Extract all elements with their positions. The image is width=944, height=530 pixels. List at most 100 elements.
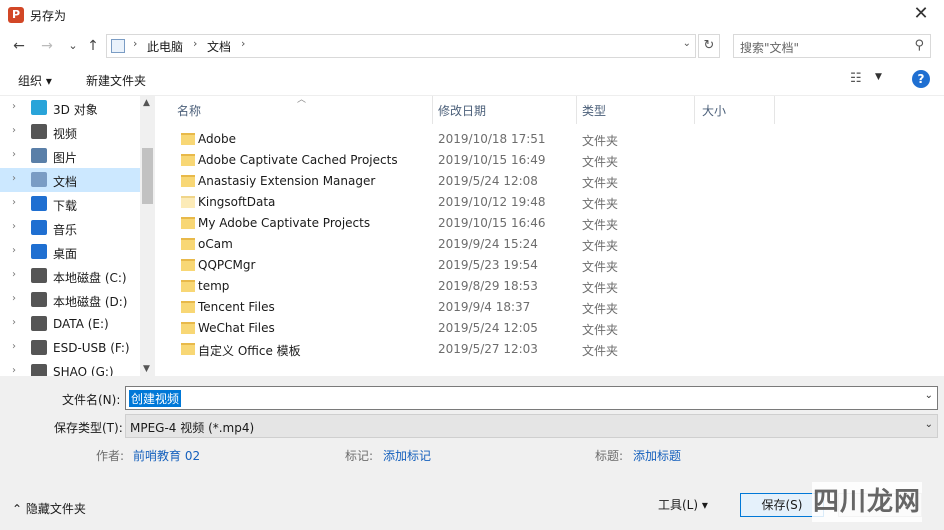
expand-chevron-icon[interactable]: › (12, 221, 16, 232)
file-name: Adobe (198, 132, 236, 146)
folder-icon (181, 280, 195, 292)
expand-chevron-icon[interactable]: › (12, 149, 16, 160)
file-row[interactable]: QQPCMgr 2019/5/23 19:54 文件夹 (170, 255, 770, 276)
filetype-label: 保存类型(T): (54, 421, 123, 435)
dialog-title: 另存为 (30, 9, 67, 23)
column-divider[interactable] (432, 96, 433, 124)
refresh-icon: ↻ (703, 38, 715, 53)
column-header-size[interactable]: 大小 (702, 102, 726, 119)
tags-label: 标记: (345, 449, 374, 463)
file-type: 文件夹 (582, 260, 619, 274)
new-folder-button[interactable]: 新建文件夹 (86, 72, 146, 89)
file-date: 2019/8/29 18:53 (438, 279, 538, 293)
tags-value[interactable]: 添加标记 (383, 447, 431, 464)
expand-chevron-icon[interactable]: › (12, 293, 16, 304)
sidebar-item[interactable]: › ESD-USB (F:) (0, 336, 140, 360)
title-value[interactable]: 添加标题 (633, 447, 681, 464)
usb-icon (31, 340, 47, 355)
sidebar-item[interactable]: › 视频 (0, 120, 140, 144)
search-box[interactable]: 搜索"文档" ⚲ (733, 34, 931, 58)
file-name: QQPCMgr (198, 258, 256, 272)
file-name: temp (198, 279, 230, 293)
file-row[interactable]: Tencent Files 2019/9/4 18:37 文件夹 (170, 297, 770, 318)
column-divider[interactable] (576, 96, 577, 124)
breadcrumb-this-pc[interactable]: 此电脑 (147, 38, 183, 55)
file-name: WeChat Files (198, 321, 275, 335)
file-row[interactable]: Adobe Captivate Cached Projects 2019/10/1… (170, 150, 770, 171)
file-row[interactable]: 自定义 Office 模板 2019/5/27 12:03 文件夹 (170, 339, 770, 360)
file-row[interactable]: Adobe 2019/10/18 17:51 文件夹 (170, 129, 770, 150)
expand-chevron-icon[interactable]: › (12, 197, 16, 208)
expand-chevron-icon[interactable]: › (12, 173, 16, 184)
search-icon: ⚲ (914, 38, 924, 53)
file-row[interactable]: oCam 2019/9/24 15:24 文件夹 (170, 234, 770, 255)
file-type: 文件夹 (582, 344, 619, 358)
refresh-button[interactable]: ↻ (698, 34, 720, 58)
recent-locations-button[interactable]: ⌄ (64, 36, 82, 56)
breadcrumb-separator-icon: › (133, 37, 138, 50)
expand-chevron-icon[interactable]: › (12, 125, 16, 136)
up-button[interactable]: ↑ (84, 36, 102, 56)
view-dropdown-icon[interactable]: ▼ (875, 72, 882, 82)
forward-button[interactable]: → (38, 36, 56, 56)
organize-menu[interactable]: 组织 ▾ (18, 72, 52, 89)
hide-folders-label: 隐藏文件夹 (25, 502, 86, 516)
sidebar-item[interactable]: › 音乐 (0, 216, 140, 240)
drive-icon (31, 292, 47, 307)
search-input[interactable]: 搜索"文档" (740, 39, 799, 56)
breadcrumb-documents[interactable]: 文档 (207, 38, 231, 55)
expand-chevron-icon[interactable]: › (12, 341, 16, 352)
author-value[interactable]: 前哨教育 02 (133, 447, 200, 464)
file-row[interactable]: temp 2019/8/29 18:53 文件夹 (170, 276, 770, 297)
expand-chevron-icon[interactable]: › (12, 317, 16, 328)
file-date: 2019/9/24 15:24 (438, 237, 538, 251)
music-icon (31, 220, 47, 235)
chevron-down-icon[interactable]: ⌄ (925, 419, 933, 430)
sidebar-scrollbar[interactable]: ▲ ▼ (140, 96, 155, 376)
tools-menu[interactable]: 工具(L) ▾ (658, 496, 708, 513)
filename-value[interactable]: 创建视频 (129, 390, 182, 407)
back-button[interactable]: ← (10, 36, 28, 56)
expand-chevron-icon[interactable]: › (12, 245, 16, 256)
sidebar-item[interactable]: › 文档 (0, 168, 140, 192)
file-row[interactable]: KingsoftData 2019/10/12 19:48 文件夹 (170, 192, 770, 213)
arrow-up-icon: ↑ (87, 38, 99, 54)
sidebar-item[interactable]: › 桌面 (0, 240, 140, 264)
column-header-type[interactable]: 类型 (582, 102, 606, 119)
scroll-up-icon[interactable]: ▲ (143, 98, 150, 108)
file-row[interactable]: My Adobe Captivate Projects 2019/10/15 16… (170, 213, 770, 234)
filetype-select[interactable]: MPEG-4 视频 (*.mp4) ⌄ (125, 414, 938, 438)
command-toolbar: 组织 ▾ 新建文件夹 ☷ ▼ ? (0, 62, 944, 96)
expand-chevron-icon[interactable]: › (12, 365, 16, 376)
close-button[interactable]: ✕ (898, 0, 944, 30)
file-row[interactable]: Anastasiy Extension Manager 2019/5/24 12:… (170, 171, 770, 192)
column-header-name[interactable]: 名称 (177, 102, 201, 119)
column-divider[interactable] (694, 96, 695, 124)
expand-chevron-icon[interactable]: › (12, 101, 16, 112)
powerpoint-app-icon: P (8, 7, 24, 23)
sidebar-item[interactable]: › SHAO (G:) (0, 360, 140, 376)
file-date: 2019/5/24 12:08 (438, 174, 538, 188)
view-options-icon[interactable]: ☷ (850, 71, 862, 86)
sidebar-item[interactable]: › 3D 对象 (0, 96, 140, 120)
address-dropdown-icon[interactable]: ⌄ (683, 38, 691, 49)
filename-input[interactable]: 创建视频 ⌄ (125, 386, 938, 410)
file-type: 文件夹 (582, 197, 619, 211)
scroll-down-icon[interactable]: ▼ (143, 364, 150, 374)
folder-icon (181, 322, 195, 334)
sidebar-item[interactable]: › 图片 (0, 144, 140, 168)
sidebar-item[interactable]: › 下载 (0, 192, 140, 216)
file-row[interactable]: WeChat Files 2019/5/24 12:05 文件夹 (170, 318, 770, 339)
column-header-date[interactable]: 修改日期 (438, 102, 486, 119)
hide-folders-button[interactable]: ⌃ 隐藏文件夹 (12, 500, 86, 517)
chevron-down-icon[interactable]: ⌄ (925, 390, 933, 401)
help-icon[interactable]: ? (912, 70, 930, 88)
sidebar-item[interactable]: › 本地磁盘 (C:) (0, 264, 140, 288)
address-bar[interactable]: › 此电脑 › 文档 › ⌄ (106, 34, 696, 58)
expand-chevron-icon[interactable]: › (12, 269, 16, 280)
column-divider[interactable] (774, 96, 775, 124)
scrollbar-thumb[interactable] (142, 148, 153, 204)
sidebar-item[interactable]: › DATA (E:) (0, 312, 140, 336)
title-bar: P 另存为 ✕ (0, 0, 944, 30)
sidebar-item[interactable]: › 本地磁盘 (D:) (0, 288, 140, 312)
